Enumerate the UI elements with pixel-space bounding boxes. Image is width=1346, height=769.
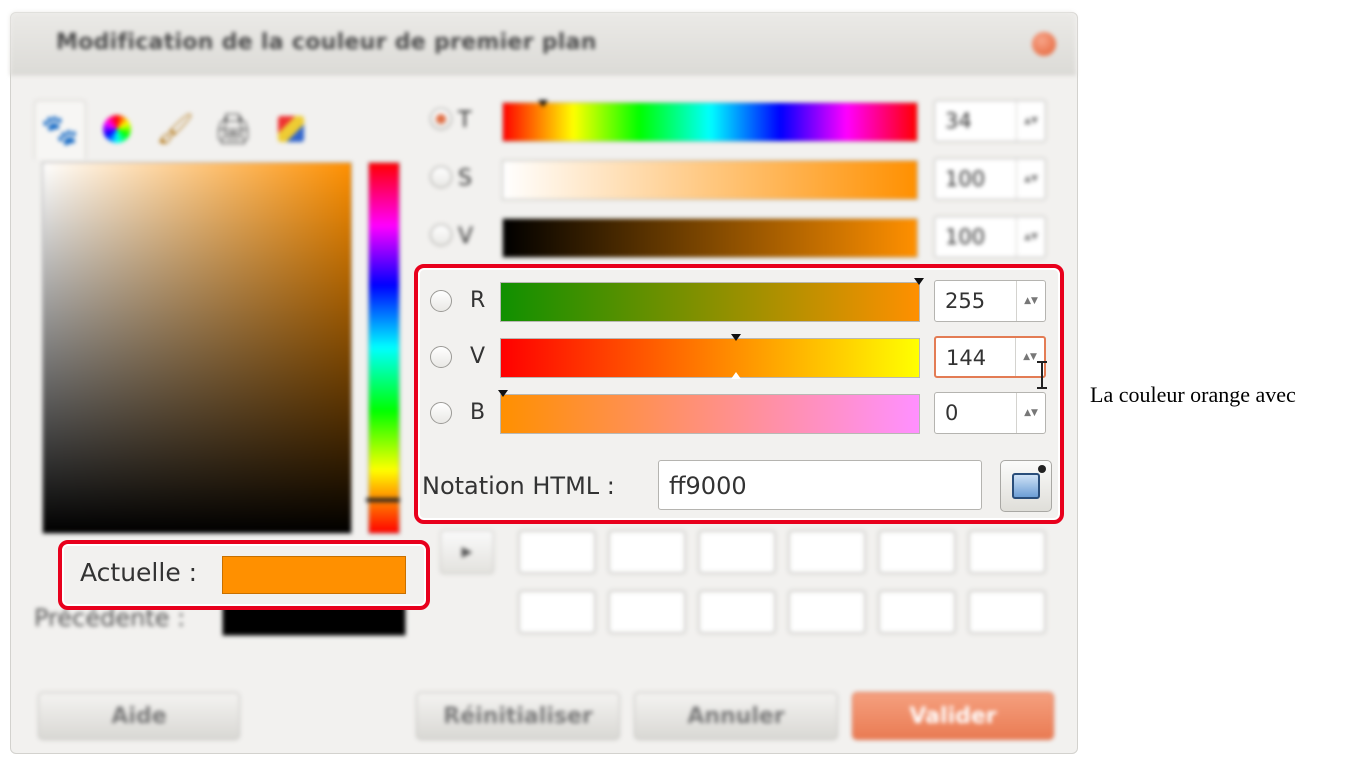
- slider-hue[interactable]: [502, 102, 918, 142]
- history-arrow-button[interactable]: ▶: [440, 530, 494, 574]
- radio-blue[interactable]: [430, 402, 452, 424]
- spin-value-value: 100: [945, 225, 986, 249]
- spin-green-value: 144: [946, 346, 987, 370]
- history-swatch[interactable]: [968, 590, 1046, 634]
- spin-saturation-arrows[interactable]: ▲▼: [1016, 159, 1045, 199]
- spin-hue-value: 34: [945, 109, 972, 133]
- spin-blue-value: 0: [945, 401, 959, 425]
- color-picker-button[interactable]: [1000, 460, 1052, 512]
- html-notation-input[interactable]: ff9000: [658, 460, 982, 510]
- radio-red[interactable]: [430, 290, 452, 312]
- spin-green[interactable]: 144 ▲▼: [934, 336, 1046, 378]
- history-swatch[interactable]: [878, 590, 956, 634]
- history-swatch[interactable]: [608, 530, 686, 574]
- slider-blue-marker: [498, 390, 508, 397]
- slider-value[interactable]: [502, 218, 918, 258]
- slider-blue[interactable]: [500, 394, 920, 434]
- dialog-title: Modification de la couleur de premier pl…: [56, 30, 597, 55]
- spin-red-arrows[interactable]: ▲▼: [1016, 281, 1045, 321]
- spin-red-value: 255: [945, 289, 986, 313]
- spin-hue-arrows[interactable]: ▲▼: [1016, 101, 1045, 141]
- slider-saturation[interactable]: [502, 160, 918, 200]
- spin-red[interactable]: 255 ▲▼: [934, 280, 1046, 322]
- label-hue: T: [458, 108, 472, 133]
- spin-saturation[interactable]: 100 ▲▼: [934, 158, 1046, 200]
- slider-green[interactable]: [500, 338, 920, 378]
- label-saturation: S: [458, 166, 472, 191]
- gimp-icon[interactable]: 🐾: [34, 100, 86, 159]
- spin-value-arrows[interactable]: ▲▼: [1016, 217, 1045, 257]
- close-button[interactable]: [1032, 32, 1056, 56]
- history-swatch[interactable]: [788, 590, 866, 634]
- help-button[interactable]: Aide: [38, 692, 240, 740]
- html-notation-value: ff9000: [669, 472, 747, 500]
- history-swatch[interactable]: [518, 530, 596, 574]
- cancel-button[interactable]: Annuler: [634, 692, 838, 740]
- caption-text: La couleur orange avec: [1090, 382, 1296, 407]
- saturation-value-square[interactable]: [42, 162, 352, 534]
- brush-icon[interactable]: 🖌: [150, 100, 200, 158]
- printer-icon[interactable]: 🖨: [208, 100, 258, 158]
- radio-value[interactable]: [430, 224, 452, 246]
- slider-green-marker: [731, 334, 741, 341]
- label-value: V: [458, 224, 474, 249]
- history-swatch[interactable]: [698, 590, 776, 634]
- title-bar: Modification de la couleur de premier pl…: [10, 12, 1076, 75]
- selector-tabs: 🐾 🖌 🖨: [34, 100, 316, 159]
- hue-strip[interactable]: [368, 162, 400, 534]
- history-swatch[interactable]: [608, 590, 686, 634]
- slider-green-marker-bottom: [731, 372, 741, 379]
- slider-red-marker: [914, 278, 924, 285]
- slider-red[interactable]: [500, 282, 920, 322]
- label-green: V: [470, 344, 486, 369]
- label-red: R: [470, 288, 486, 313]
- eyedropper-icon: [1012, 465, 1046, 499]
- spin-value[interactable]: 100 ▲▼: [934, 216, 1046, 258]
- radio-hue[interactable]: [430, 108, 452, 130]
- reset-button[interactable]: Réinitialiser: [416, 692, 620, 740]
- mouse-cursor-icon: [1037, 361, 1047, 389]
- history-swatch[interactable]: [518, 590, 596, 634]
- slider-hue-marker: [538, 100, 548, 107]
- radio-saturation[interactable]: [430, 166, 452, 188]
- history-swatch[interactable]: [698, 530, 776, 574]
- color-wheel-icon[interactable]: [92, 100, 142, 158]
- spin-saturation-value: 100: [945, 167, 986, 191]
- hue-marker[interactable]: [366, 498, 400, 502]
- history-swatch[interactable]: [878, 530, 956, 574]
- ok-button[interactable]: Valider: [852, 692, 1054, 740]
- current-color-swatch: [222, 556, 406, 594]
- palette-icon[interactable]: [266, 100, 316, 158]
- spin-blue[interactable]: 0 ▲▼: [934, 392, 1046, 434]
- current-label: Actuelle :: [80, 558, 198, 587]
- html-notation-label: Notation HTML :: [422, 472, 615, 500]
- spin-blue-arrows[interactable]: ▲▼: [1016, 393, 1045, 433]
- radio-green[interactable]: [430, 346, 452, 368]
- label-blue: B: [470, 400, 486, 425]
- history-swatch[interactable]: [968, 530, 1046, 574]
- history-swatch[interactable]: [788, 530, 866, 574]
- spin-hue[interactable]: 34 ▲▼: [934, 100, 1046, 142]
